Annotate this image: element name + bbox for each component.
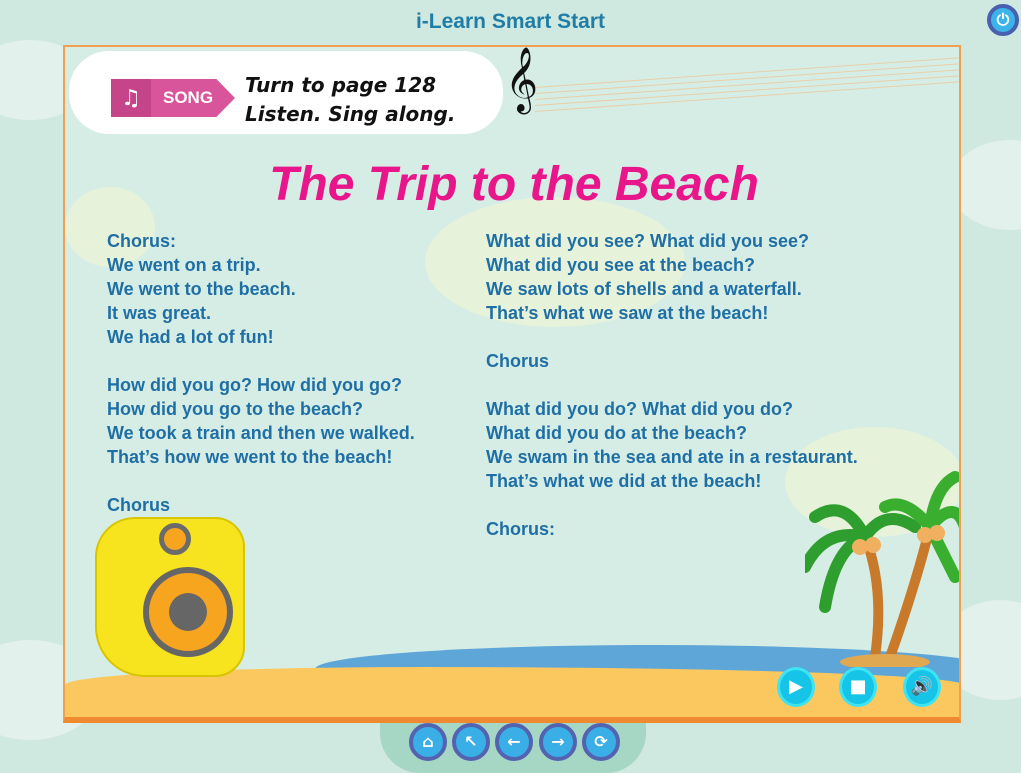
home-icon: ⌂ — [422, 732, 434, 751]
lyric-line: Chorus — [107, 495, 170, 515]
lyric-line: What did you do? What did you do? — [486, 399, 793, 419]
instruction-line: Turn to page 128 — [245, 73, 437, 97]
power-icon: ⏻ — [996, 10, 1010, 29]
song-badge-label: SONG — [163, 88, 214, 107]
speaker-tweeter — [159, 523, 191, 555]
arrow-left-icon: ← — [507, 732, 521, 751]
power-button[interactable]: ⏻ — [987, 4, 1019, 36]
home-button[interactable]: ⌂ — [409, 723, 447, 761]
volume-button[interactable]: 🔊 — [903, 667, 941, 707]
refresh-icon: ⟳ — [594, 732, 608, 751]
lyric-line: Chorus: — [107, 231, 176, 251]
stanza-gap — [486, 325, 858, 349]
lyric-line: We went to the beach. — [107, 279, 296, 299]
lyric-line: That’s what we did at the beach! — [486, 471, 762, 491]
next-button[interactable]: → — [539, 723, 577, 761]
stop-button[interactable]: ■ — [839, 667, 877, 707]
song-badge: ♫ SONG — [111, 79, 235, 117]
lyric-line: How did you go? How did you go? — [107, 375, 402, 395]
music-staff-line — [534, 75, 959, 106]
arrow-right-icon: → — [551, 732, 565, 751]
lyric-line: Chorus — [486, 351, 549, 371]
treble-clef-icon: 𝄞 — [505, 47, 539, 112]
volume-icon: 🔊 — [910, 676, 934, 697]
pointer-button[interactable]: ↖ — [452, 723, 490, 761]
song-title: The Trip to the Beach — [269, 158, 759, 211]
lyric-line: That’s how we went to the beach! — [107, 447, 393, 467]
song-panel: ♫ SONG Turn to page 128 Listen. Sing alo… — [63, 45, 961, 723]
cursor-arrow-icon: ↖ — [464, 732, 478, 751]
lyric-line: How did you go to the beach? — [107, 399, 363, 419]
instruction-header: ♫ SONG Turn to page 128 Listen. Sing alo… — [69, 51, 503, 134]
lyrics-left-column: Chorus: We went on a trip. We went to the … — [107, 229, 415, 517]
lyric-line: We swam in the sea and ate in a restaura… — [486, 447, 858, 467]
lyric-line: We saw lots of shells and a waterfall. — [486, 279, 802, 299]
lyric-line: Chorus: — [486, 519, 555, 539]
lyric-line: That’s what we saw at the beach! — [486, 303, 769, 323]
lyric-line: It was great. — [107, 303, 212, 323]
stanza-gap — [486, 373, 858, 397]
lyrics-right-column: What did you see? What did you see? What … — [486, 229, 858, 541]
lyric-line: We had a lot of fun! — [107, 327, 274, 347]
stop-icon: ■ — [849, 676, 867, 697]
speaker-woofer — [143, 567, 233, 657]
lyric-line: We went on a trip. — [107, 255, 261, 275]
refresh-button[interactable]: ⟳ — [582, 723, 620, 761]
lyric-line: What did you see at the beach? — [486, 255, 756, 275]
stanza-gap — [107, 349, 415, 373]
play-icon: ▶ — [789, 676, 803, 697]
lyric-line: We took a train and then we walked. — [107, 423, 415, 443]
lyric-line: What did you do at the beach? — [486, 423, 747, 443]
music-note-icon: ♫ — [111, 79, 151, 117]
lyric-line: What did you see? What did you see? — [486, 231, 810, 251]
palm-tree-illustration — [805, 471, 959, 667]
play-button[interactable]: ▶ — [777, 667, 815, 707]
app-title: i-Learn Smart Start — [415, 10, 606, 33]
instructions: Turn to page 128 Listen. Sing along. — [245, 71, 455, 129]
speaker-illustration — [95, 517, 245, 677]
previous-button[interactable]: ← — [495, 723, 533, 761]
stanza-gap — [107, 469, 415, 493]
instruction-line: Listen. Sing along. — [245, 102, 456, 126]
music-staff-line — [534, 81, 959, 112]
stanza-gap — [486, 493, 858, 517]
